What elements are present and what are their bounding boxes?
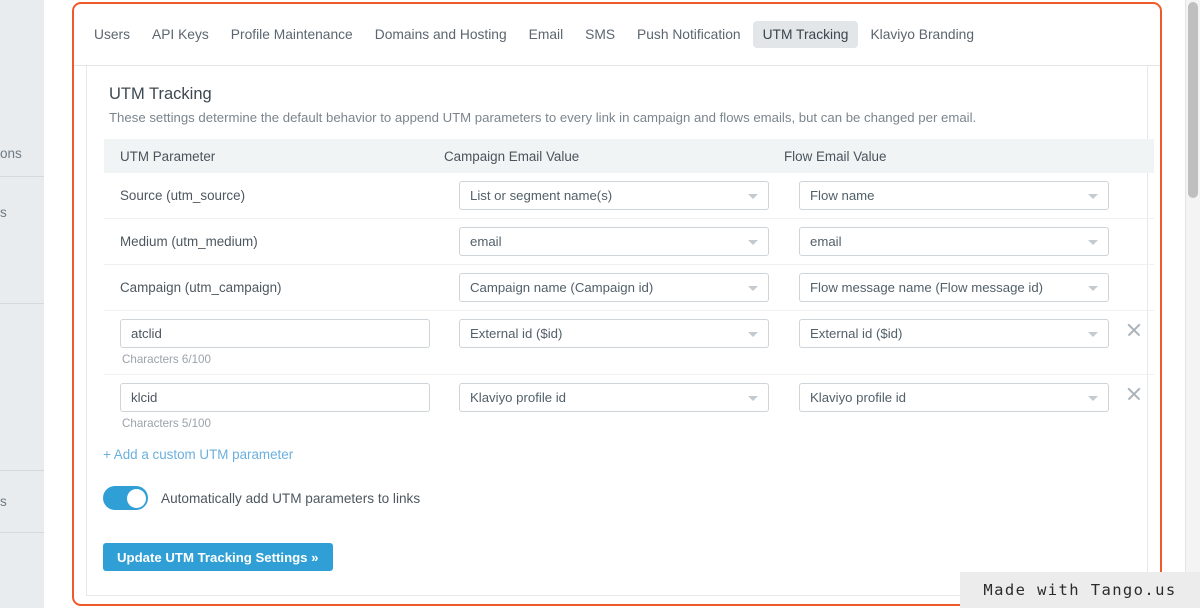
- select-value: email: [810, 234, 842, 249]
- row-campaign-cell: Campaign name (Campaign id): [459, 265, 799, 310]
- select-value: Flow message name (Flow message id): [810, 280, 1044, 295]
- campaign-value-select-atclid[interactable]: External id ($id): [459, 319, 769, 348]
- campaign-value-select-source[interactable]: List or segment name(s): [459, 181, 769, 210]
- row-flow-cell: Flow message name (Flow message id): [799, 265, 1139, 310]
- parameter-label: Medium (utm_medium): [120, 234, 258, 249]
- table-row: Medium (utm_medium) email email: [104, 219, 1154, 265]
- auto-add-utm-label: Automatically add UTM parameters to link…: [161, 490, 421, 506]
- utm-tracking-card: UTM Tracking These settings determine th…: [86, 66, 1154, 596]
- content-gutter: [44, 0, 66, 608]
- settings-panel: Users API Keys Profile Maintenance Domai…: [74, 4, 1160, 604]
- table-row: atclid Characters 6/100 External id ($id…: [104, 311, 1154, 375]
- sidebar-divider: [0, 470, 44, 471]
- sidebar-item-label[interactable]: ons: [0, 146, 22, 161]
- select-value: External id ($id): [470, 326, 563, 341]
- row-campaign-cell: External id ($id): [459, 311, 799, 356]
- tab-push-notification[interactable]: Push Notification: [627, 21, 751, 48]
- chevron-down-icon: [1088, 194, 1098, 199]
- chevron-down-icon: [748, 396, 758, 401]
- chevron-down-icon: [748, 332, 758, 337]
- auto-utm-toggle-row: Automatically add UTM parameters to link…: [103, 486, 420, 510]
- select-value: List or segment name(s): [470, 188, 613, 203]
- table-header-row: UTM Parameter Campaign Email Value Flow …: [104, 139, 1154, 173]
- flow-value-select-atclid[interactable]: External id ($id): [799, 319, 1109, 348]
- row-campaign-cell: Klaviyo profile id: [459, 375, 799, 420]
- chevron-down-icon: [748, 286, 758, 291]
- toggle-knob: [126, 488, 146, 508]
- utm-parameters-table: UTM Parameter Campaign Email Value Flow …: [104, 139, 1154, 438]
- table-row: klcid Characters 5/100 Klaviyo profile i…: [104, 375, 1154, 438]
- column-header-campaign-value: Campaign Email Value: [444, 148, 580, 164]
- chevron-down-icon: [1088, 240, 1098, 245]
- campaign-value-select-medium[interactable]: email: [459, 227, 769, 256]
- watermark-text: Made with Tango.us: [983, 581, 1177, 599]
- table-row: Campaign (utm_campaign) Campaign name (C…: [104, 265, 1154, 311]
- scrollbar-thumb[interactable]: [1188, 2, 1198, 198]
- close-icon[interactable]: [1123, 383, 1145, 405]
- page-title: UTM Tracking: [109, 85, 212, 103]
- sidebar-divider: [0, 532, 44, 533]
- select-value: Klaviyo profile id: [470, 390, 567, 405]
- settings-tabbar: Users API Keys Profile Maintenance Domai…: [74, 4, 1160, 66]
- row-campaign-cell: List or segment name(s): [459, 173, 799, 218]
- flow-value-select-klcid[interactable]: Klaviyo profile id: [799, 383, 1109, 412]
- select-value: Campaign name (Campaign id): [470, 280, 654, 295]
- flow-value-select-medium[interactable]: email: [799, 227, 1109, 256]
- parameter-label: Source (utm_source): [120, 188, 246, 203]
- chevron-down-icon: [1088, 286, 1098, 291]
- row-parameter-cell: klcid Characters 5/100: [104, 375, 459, 438]
- character-counter: Characters 5/100: [122, 417, 211, 430]
- tab-email[interactable]: Email: [519, 21, 574, 48]
- sidebar-item-label[interactable]: s: [0, 494, 7, 509]
- tab-utm-tracking[interactable]: UTM Tracking: [752, 21, 859, 48]
- row-campaign-cell: email: [459, 219, 799, 264]
- campaign-value-select-campaign[interactable]: Campaign name (Campaign id): [459, 273, 769, 302]
- tab-klaviyo-branding[interactable]: Klaviyo Branding: [860, 21, 984, 48]
- custom-parameter-input-klcid[interactable]: klcid: [120, 383, 430, 412]
- tab-users[interactable]: Users: [84, 21, 140, 48]
- select-value: email: [470, 234, 502, 249]
- tab-sms[interactable]: SMS: [575, 21, 625, 48]
- tab-profile-maintenance[interactable]: Profile Maintenance: [221, 21, 363, 48]
- sidebar-item-label[interactable]: s: [0, 205, 7, 220]
- screen-root: ons s s Users API Keys Profile Maintenan…: [0, 0, 1200, 608]
- flow-value-select-source[interactable]: Flow name: [799, 181, 1109, 210]
- chevron-down-icon: [1088, 396, 1098, 401]
- row-flow-cell: Klaviyo profile id: [799, 375, 1139, 420]
- select-value: Klaviyo profile id: [810, 390, 907, 405]
- column-header-parameter: UTM Parameter: [120, 148, 216, 164]
- update-utm-tracking-settings-button[interactable]: Update UTM Tracking Settings »: [103, 543, 333, 571]
- tab-api-keys[interactable]: API Keys: [142, 21, 219, 48]
- column-header-flow-value: Flow Email Value: [784, 148, 887, 164]
- parameter-label: Campaign (utm_campaign): [120, 280, 282, 295]
- table-row: Source (utm_source) List or segment name…: [104, 173, 1154, 219]
- row-parameter-cell: Source (utm_source): [104, 173, 459, 218]
- chevron-down-icon: [1088, 332, 1098, 337]
- row-flow-cell: Flow name: [799, 173, 1139, 218]
- select-value: Flow name: [810, 188, 875, 203]
- chevron-down-icon: [748, 240, 758, 245]
- character-counter: Characters 6/100: [122, 353, 211, 366]
- sidebar-divider: [0, 303, 44, 304]
- row-parameter-cell: Medium (utm_medium): [104, 219, 459, 264]
- row-flow-cell: External id ($id): [799, 311, 1139, 356]
- campaign-value-select-klcid[interactable]: Klaviyo profile id: [459, 383, 769, 412]
- add-custom-utm-parameter-link[interactable]: + Add a custom UTM parameter: [103, 447, 293, 462]
- row-flow-cell: email: [799, 219, 1139, 264]
- chevron-down-icon: [748, 194, 758, 199]
- page-description: These settings determine the default beh…: [109, 110, 977, 125]
- flow-value-select-campaign[interactable]: Flow message name (Flow message id): [799, 273, 1109, 302]
- row-parameter-cell: atclid Characters 6/100: [104, 311, 459, 374]
- auto-add-utm-toggle[interactable]: [103, 486, 148, 510]
- sidebar-divider: [0, 176, 44, 177]
- tango-watermark: Made with Tango.us: [960, 572, 1200, 608]
- close-icon[interactable]: [1123, 319, 1145, 341]
- custom-parameter-input-atclid[interactable]: atclid: [120, 319, 430, 348]
- page-scrollbar[interactable]: [1185, 0, 1200, 608]
- select-value: External id ($id): [810, 326, 903, 341]
- left-sidebar-partial: ons s s: [0, 0, 44, 608]
- tab-domains-and-hosting[interactable]: Domains and Hosting: [365, 21, 517, 48]
- row-parameter-cell: Campaign (utm_campaign): [104, 265, 459, 310]
